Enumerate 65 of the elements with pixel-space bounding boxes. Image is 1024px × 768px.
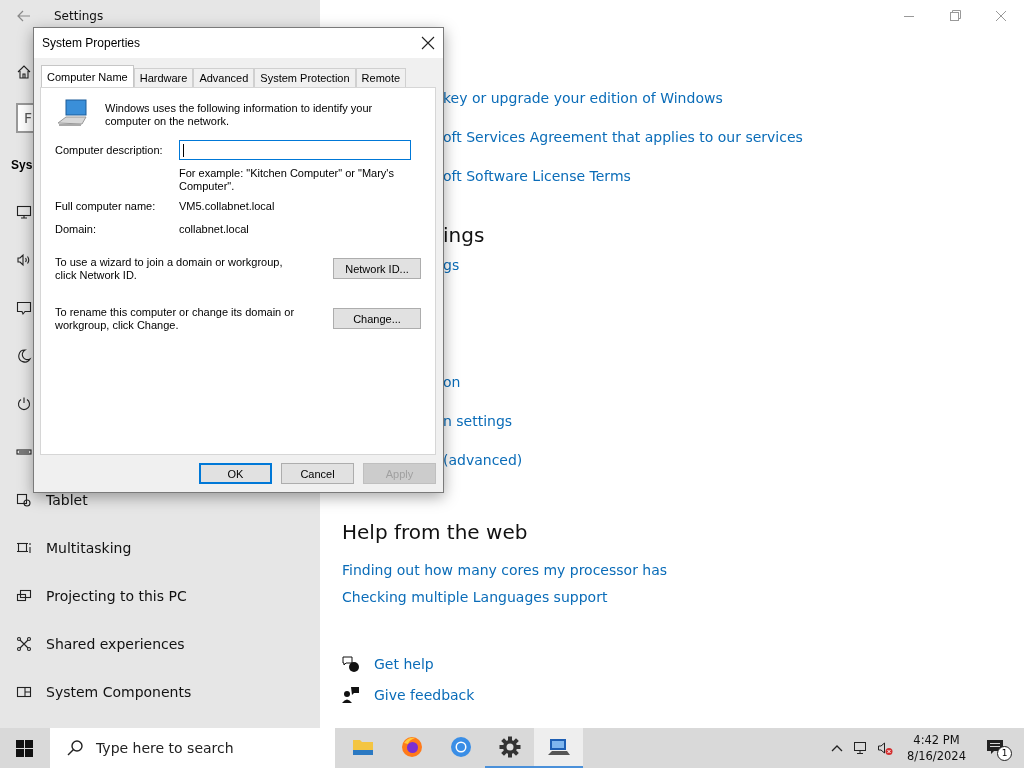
muted-speaker-icon[interactable] — [877, 740, 894, 756]
tab[interactable]: Remote — [355, 68, 407, 87]
display-icon — [16, 204, 32, 220]
notifications-icon — [16, 300, 32, 316]
field-label: Full computer name: — [55, 200, 157, 212]
windows-logo-icon[interactable] — [15, 739, 33, 757]
back-arrow-icon[interactable] — [16, 8, 32, 24]
search-icon — [66, 739, 84, 757]
dialog-button[interactable]: Cancel — [281, 463, 354, 484]
sidebar-item[interactable]: Multitasking — [46, 540, 132, 556]
link[interactable]: (advanced) — [443, 450, 523, 470]
tab[interactable]: Advanced — [193, 68, 255, 87]
section-heading: ings — [443, 222, 485, 249]
gear-icon — [497, 735, 522, 759]
window-title: Settings — [54, 9, 104, 23]
tab[interactable]: System Protection — [254, 68, 356, 87]
search-placeholder: Type here to search — [96, 740, 234, 756]
home-icon — [16, 64, 32, 80]
link[interactable]: oft Services Agreement that applies to our services — [443, 127, 803, 147]
browser-icon — [448, 735, 473, 759]
tab[interactable]: Hardware — [133, 68, 194, 87]
browser-icon — [399, 735, 424, 759]
clock[interactable]: 4:42 PM 8/16/2024 — [907, 732, 966, 764]
notification-button[interactable]: 1 — [986, 736, 1010, 760]
projecting-icon — [16, 588, 32, 604]
computer-description-field[interactable] — [179, 140, 411, 160]
link[interactable]: key or upgrade your edition of Windows — [443, 88, 723, 108]
sidebar-item[interactable]: System Components — [46, 684, 192, 700]
shared-icon — [16, 636, 32, 652]
sidebar-item[interactable]: Projecting to this PC — [46, 588, 187, 604]
link[interactable]: Checking multiple Languages support — [342, 587, 608, 607]
hint-text: For example: "Kitchen Computer" or "Mary's Computer". — [179, 167, 395, 193]
intro-text: Windows uses the following information to identify your computer on the network. — [105, 102, 374, 128]
action-button[interactable]: Network ID... — [333, 258, 421, 279]
link[interactable]: on — [443, 372, 461, 392]
field-value: VM5.collabnet.local — [179, 200, 275, 212]
taskbar-app[interactable] — [534, 728, 583, 768]
taskbar-search-field[interactable]: Type here to search — [50, 728, 335, 768]
computer-icon — [56, 99, 90, 129]
link[interactable]: Give feedback — [374, 685, 475, 705]
person-feedback-icon — [342, 686, 360, 704]
sidebar-item[interactable]: Tablet — [46, 492, 88, 508]
power-icon — [16, 396, 32, 412]
link[interactable]: Finding out how many cores my processor has — [342, 560, 668, 580]
components-icon — [16, 684, 32, 700]
action-button[interactable]: Change... — [333, 308, 421, 329]
section-heading: Help from the web — [342, 519, 528, 546]
dialog-button[interactable]: OK — [199, 463, 272, 484]
field-value: collabnet.local — [179, 223, 249, 235]
tab[interactable]: Computer Name — [41, 65, 134, 87]
dialog-title: System Properties — [42, 36, 141, 50]
section-heading: Sys — [11, 157, 33, 174]
sound-icon — [16, 252, 32, 268]
tablet-icon — [16, 492, 32, 508]
instruction-text: To use a wizard to join a domain or workgroup, click Network ID. — [55, 256, 284, 282]
multitasking-icon — [16, 540, 32, 556]
field-label: Computer description: — [55, 144, 164, 156]
field-label: Domain: — [55, 223, 97, 235]
link[interactable]: gs — [443, 255, 460, 275]
instruction-text: To rename this computer or change its domain or workgroup, click Change. — [55, 306, 296, 332]
sidebar-item[interactable]: Shared experiences — [46, 636, 185, 652]
link[interactable]: n settings — [443, 411, 513, 431]
close-icon[interactable] — [421, 36, 435, 50]
link[interactable]: Get help — [374, 654, 434, 674]
link[interactable]: oft Software License Terms — [443, 166, 631, 186]
